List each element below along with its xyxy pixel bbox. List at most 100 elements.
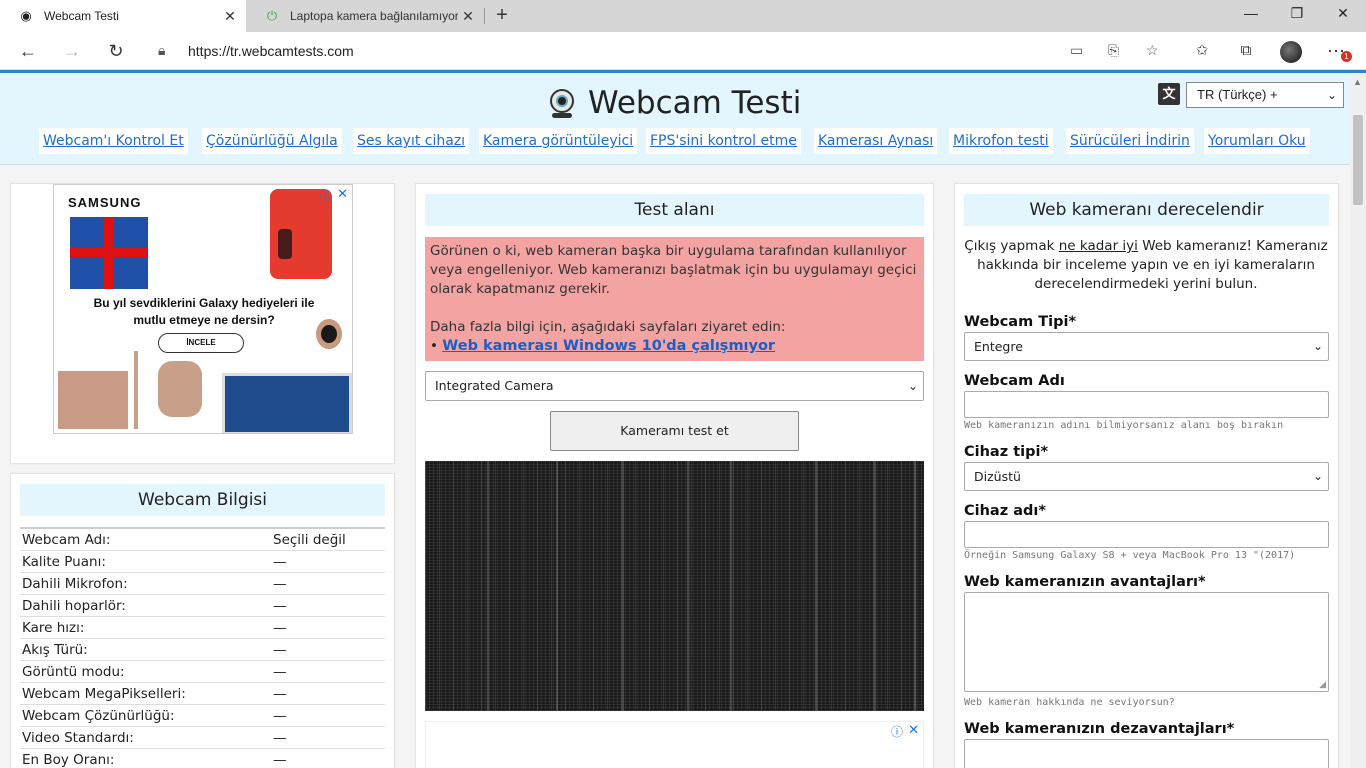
tab-laptop-camera[interactable]: ⏻ Laptopa kamera bağlanılamıyor | ✕ [246, 0, 484, 32]
nav-camera-mirror[interactable]: Kamerası Aynası [814, 128, 938, 154]
info-key: Görüntü modu: [22, 664, 125, 680]
camera-in-use-icon[interactable]: ▭ [1070, 42, 1083, 59]
webcam-type-select[interactable]: Entegre ⌄ [964, 332, 1329, 361]
ad-info-icon[interactable]: ⓘ [320, 187, 332, 204]
phone-back-image [58, 371, 128, 429]
ad-close-icon[interactable]: ✕ [337, 186, 348, 202]
ad-close-icon[interactable]: ✕ [908, 722, 919, 738]
favorites-icon[interactable]: ✩ [1188, 37, 1216, 65]
ad-cta-button[interactable]: İNCELE [158, 333, 244, 353]
ad-tagline-line2: mutlu etmeye ne dersin? [133, 313, 275, 327]
pros-hint: Web kameran hakkında ne seviyorsun? [964, 697, 1175, 708]
device-type-select[interactable]: Dizüstü ⌄ [964, 462, 1329, 491]
nav-reviews[interactable]: Yorumları Oku [1204, 128, 1310, 154]
nav-webcam-check[interactable]: Webcam'ı Kontrol Et [39, 128, 188, 154]
device-type-label: Cihaz tipi* [964, 444, 1049, 460]
info-row: En Boy Oranı: — [20, 749, 385, 768]
forward-icon[interactable]: → [58, 37, 86, 65]
scroll-up-icon[interactable]: ▲ [1353, 77, 1362, 87]
info-row: Video Standardı: — [20, 727, 385, 749]
center-ad[interactable]: ⓘ ✕ [425, 721, 924, 768]
profile-avatar[interactable] [1280, 41, 1302, 63]
info-key: Kalite Puanı: [22, 554, 106, 570]
pros-textarea[interactable]: ◢ [964, 592, 1329, 692]
webcam-name-input[interactable] [964, 391, 1329, 418]
collections-icon[interactable]: ⧉ [1232, 37, 1260, 65]
info-value: — [273, 730, 287, 746]
info-value: — [273, 686, 287, 702]
info-key: En Boy Oranı: [22, 752, 115, 768]
restore-button[interactable]: ❐ [1274, 0, 1320, 32]
info-value: — [273, 620, 287, 636]
site-header: Webcam Testi 文 TR (Türkçe) + ⌄ Webcam'ı … [0, 73, 1350, 165]
tab-title: Webcam Testi [44, 9, 119, 23]
test-area-title: Test alanı [425, 194, 924, 226]
tab-webcam-testi[interactable]: ◉ Webcam Testi ✕ [0, 0, 246, 32]
info-value: — [273, 752, 287, 768]
info-row: Görüntü modu: — [20, 661, 385, 683]
info-value: — [273, 642, 287, 658]
help-link-windows10[interactable]: Web kamerası Windows 10'da çalışmıyor [442, 338, 775, 354]
ad-info-icon[interactable]: ⓘ [891, 723, 903, 740]
gift-box-image [70, 217, 148, 289]
info-key: Akış Türü: [22, 642, 88, 658]
webcam-favicon-icon: ◉ [20, 8, 32, 23]
ad-tagline: Bu yıl sevdiklerini Galaxy hediyeleri il… [54, 295, 352, 329]
favorite-star-icon[interactable]: ☆ [1146, 42, 1159, 59]
minimize-button[interactable]: — [1228, 0, 1274, 32]
bullet: • [430, 338, 438, 354]
webcam-logo-icon [546, 87, 578, 119]
scroll-thumb[interactable] [1353, 115, 1363, 205]
tab-close-icon[interactable]: ✕ [458, 8, 478, 25]
nav-fps-check[interactable]: FPS'sini kontrol etme [646, 128, 801, 154]
camera-select[interactable]: Integrated Camera ⌄ [425, 371, 924, 401]
info-row: Dahili Mikrofon: — [20, 573, 385, 595]
samsung-ad[interactable]: SAMSUNG Bu yıl sevdiklerini Galaxy hediy… [53, 184, 353, 434]
webcam-type-value: Entegre [974, 339, 1023, 354]
read-aloud-icon[interactable]: ⎘ [1108, 42, 1119, 59]
site-title: Webcam Testi [588, 85, 802, 121]
tab-close-icon[interactable]: ✕ [220, 8, 240, 25]
new-tab-button[interactable]: + [490, 4, 514, 28]
device-name-input[interactable] [964, 521, 1329, 548]
cons-textarea[interactable] [964, 739, 1329, 768]
info-value: — [273, 708, 287, 724]
url-text[interactable]: https://tr.webcamtests.com [188, 43, 354, 59]
info-key: Webcam MegaPikselleri: [22, 686, 186, 702]
rating-title: Web kameranı derecelendir [964, 194, 1329, 226]
info-key: Kare hızı: [22, 620, 85, 636]
ad-tagline-line1: Bu yıl sevdiklerini Galaxy hediyeleri il… [93, 296, 315, 310]
tablet-image [222, 373, 352, 433]
chevron-down-icon: ⌄ [907, 379, 918, 393]
info-row: Kare hızı: — [20, 617, 385, 639]
info-row: Webcam Adı: Seçili değil [20, 529, 385, 551]
chevron-down-icon: ⌄ [1312, 469, 1323, 483]
info-key: Video Standardı: [22, 730, 134, 746]
intro-link[interactable]: ne kadar iyi [1059, 238, 1138, 254]
resize-grip-icon[interactable]: ◢ [1319, 679, 1326, 690]
nav-mic-test[interactable]: Mikrofon testi [949, 128, 1053, 154]
back-icon[interactable]: ← [14, 37, 42, 65]
info-key: Dahili hoparlör: [22, 598, 126, 614]
info-key: Dahili Mikrofon: [22, 576, 128, 592]
chevron-down-icon: ⌄ [1312, 339, 1323, 353]
page-scrollbar[interactable]: ▲ [1350, 73, 1366, 768]
nav-audio-recorder[interactable]: Ses kayıt cihazı [353, 128, 470, 154]
chevron-down-icon: ⌄ [1326, 88, 1337, 102]
notification-badge: 1 [1341, 51, 1352, 62]
site-logo[interactable]: Webcam Testi [546, 85, 801, 121]
refresh-icon[interactable]: ↻ [102, 37, 130, 65]
translate-icon: 文 [1158, 83, 1180, 105]
lock-icon: 🔒︎ [158, 42, 166, 58]
device-name-label: Cihaz adı* [964, 503, 1046, 519]
test-camera-button[interactable]: Kameramı test et [550, 411, 799, 451]
nav-camera-viewer[interactable]: Kamera görüntüleyici [479, 128, 638, 154]
tab-strip: ◉ Webcam Testi ✕ ⏻ Laptopa kamera bağlan… [0, 0, 1366, 32]
device-name-hint: Örneğin Samsung Galaxy S8 + veya MacBook… [964, 550, 1296, 561]
address-bar[interactable]: 🔒︎ https://tr.webcamtests.com ▭ ⎘ ☆ [144, 36, 1176, 66]
video-preview [425, 461, 924, 711]
nav-drivers[interactable]: Sürücüleri İndirin [1066, 128, 1194, 154]
nav-resolution[interactable]: Çözünürlüğü Algıla [202, 128, 342, 154]
language-select[interactable]: TR (Türkçe) + ⌄ [1186, 82, 1344, 108]
close-window-button[interactable]: ✕ [1320, 0, 1366, 32]
